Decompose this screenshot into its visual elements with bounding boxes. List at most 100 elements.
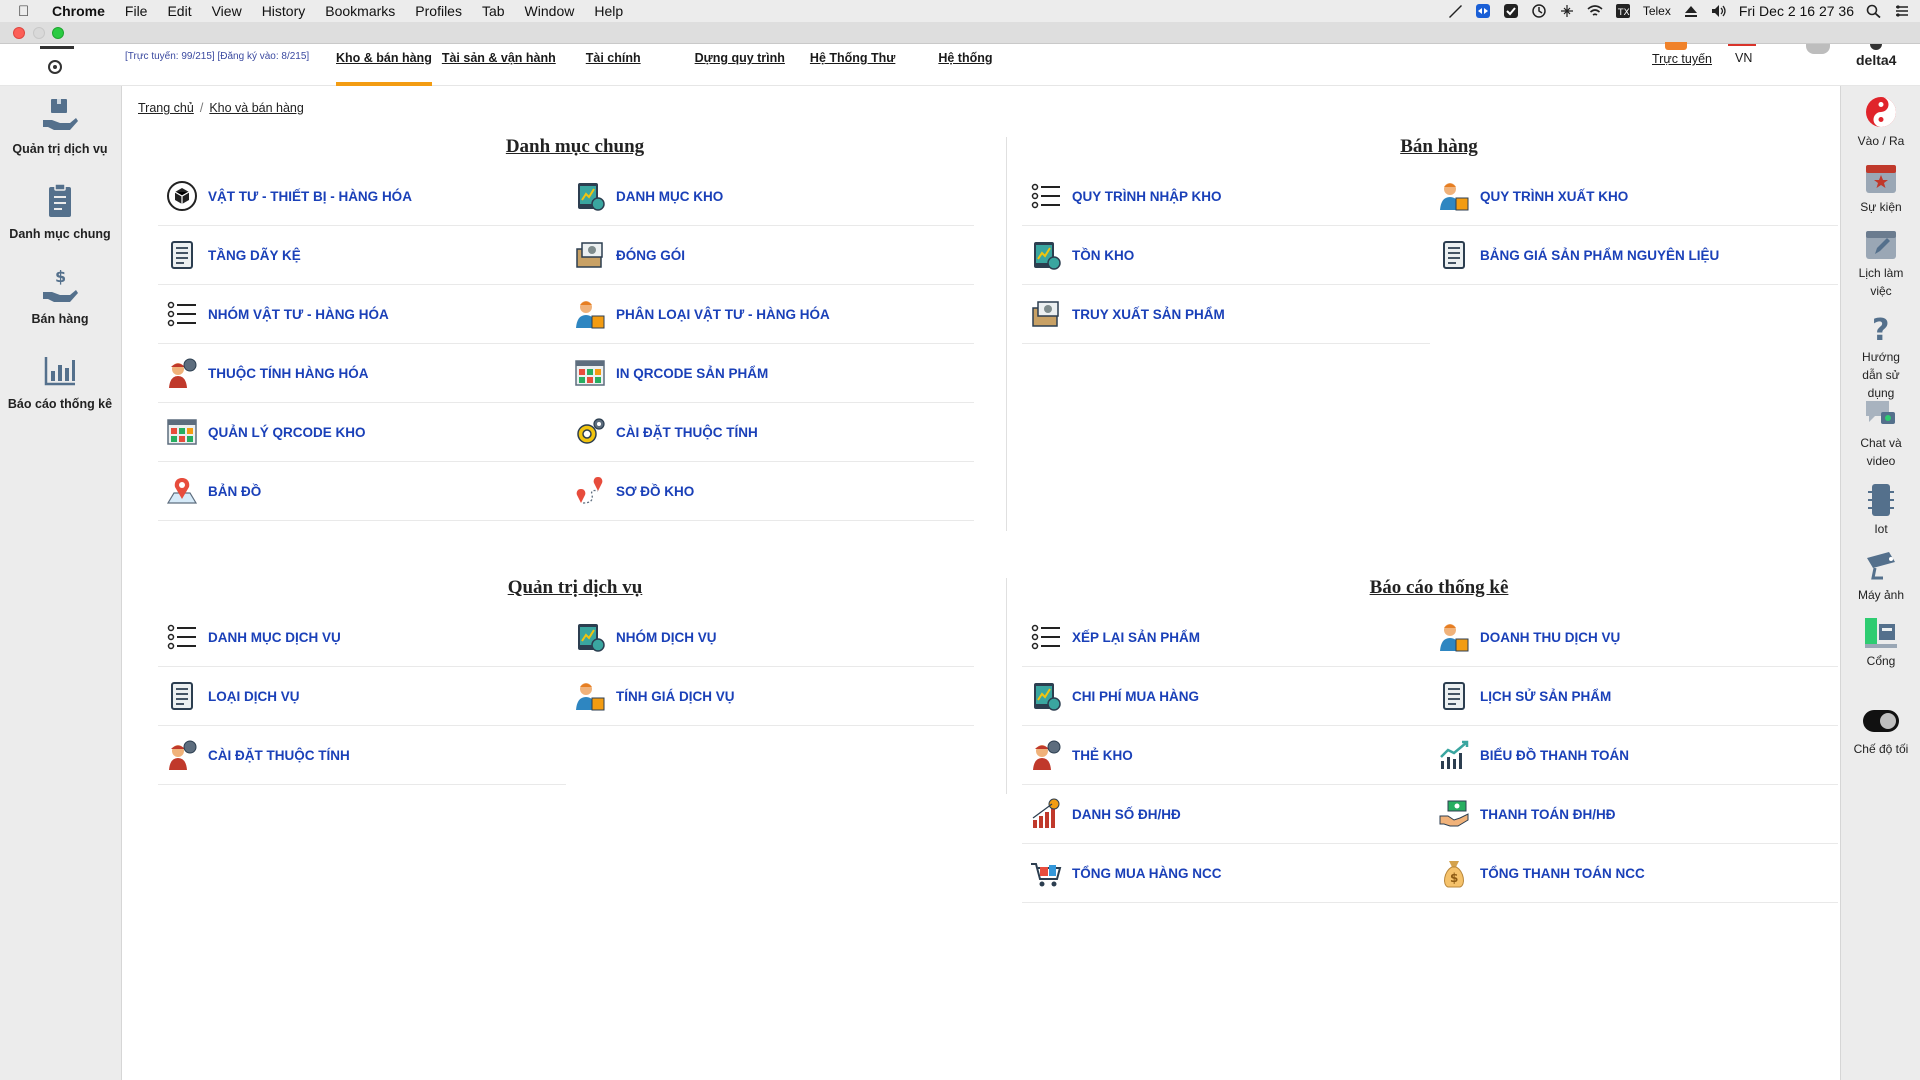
dark-mode-toggle-icon[interactable]: [1863, 702, 1899, 738]
menu-item-in-qrcode[interactable]: IN QRCODE SẢN PHẨM: [566, 344, 974, 403]
menu-item-ton-kho[interactable]: TỒN KHO: [1022, 226, 1430, 285]
list-icon: [167, 301, 196, 327]
menu-tab[interactable]: Tab: [482, 3, 505, 19]
header-menu-bar-icon[interactable]: [40, 46, 74, 49]
pen-icon[interactable]: [1447, 4, 1463, 18]
flag-icon[interactable]: [1728, 44, 1756, 46]
spotlight-search-icon[interactable]: [1866, 4, 1882, 18]
check-shield-icon[interactable]: [1503, 4, 1519, 18]
teamviewer-icon[interactable]: [1475, 4, 1491, 18]
notification-bell-icon[interactable]: [1806, 44, 1830, 54]
os-menubar:  Chrome File Edit View History Bookmark…: [0, 0, 1920, 22]
language-selector[interactable]: VN: [1735, 51, 1752, 65]
tab-he-thong-thu[interactable]: Hệ Thống Thư: [810, 44, 895, 86]
menu-app-name[interactable]: Chrome: [52, 3, 105, 19]
right-item-che-do-toi[interactable]: Chế độ tối: [1841, 702, 1920, 758]
menu-item-ban-do[interactable]: BẢN ĐỒ: [158, 462, 566, 521]
menu-item-phan-loai-vat-tu[interactable]: PHÂN LOẠI VẬT TƯ - HÀNG HÓA: [566, 285, 974, 344]
username[interactable]: delta4: [1856, 52, 1896, 68]
menu-item-tang-day-ke[interactable]: TẦNG DÃY KỆ: [158, 226, 566, 285]
menu-item-danh-muc-kho[interactable]: DANH MỤC KHO: [566, 167, 974, 226]
package-gear-icon: [1032, 301, 1059, 327]
online-link[interactable]: Trực tuyến: [1652, 52, 1712, 66]
menu-help[interactable]: Help: [594, 3, 623, 19]
clock[interactable]: Fri Dec 2 16 27 36: [1739, 3, 1854, 19]
breadcrumb-current[interactable]: Kho và bán hàng: [209, 101, 304, 115]
user-avatar-icon[interactable]: [1870, 44, 1882, 50]
right-item-chat-video[interactable]: Chat và video: [1841, 396, 1920, 470]
right-item-iot[interactable]: Iot: [1841, 482, 1920, 538]
apple-icon[interactable]: : [18, 3, 38, 20]
sidebar-item-danh-muc-chung[interactable]: Danh mục chung: [0, 181, 120, 241]
menu-item-nhom-dich-vu[interactable]: NHÓM DỊCH VỤ: [566, 608, 974, 667]
calendar-event-icon: [1866, 165, 1896, 193]
menu-edit[interactable]: Edit: [167, 3, 191, 19]
eject-icon[interactable]: [1683, 4, 1699, 18]
tab-tai-san-van-hanh[interactable]: Tài sản & vận hành: [442, 44, 556, 86]
menu-item-chi-phi-mua-hang[interactable]: CHI PHÍ MUA HÀNG: [1022, 667, 1430, 726]
tab-kho-ban-hang[interactable]: Kho & bán hàng: [336, 44, 432, 86]
sidebar-item-ban-hang[interactable]: $ Bán hàng: [0, 266, 120, 326]
tab-tai-chinh[interactable]: Tài chính: [586, 44, 641, 86]
sidebar-item-bao-cao-thong-ke[interactable]: Báo cáo thống kê: [0, 351, 120, 411]
sidebar-item-quan-tri-dich-vu[interactable]: Quản trị dịch vụ: [0, 96, 120, 156]
menu-item-lich-su-san-pham[interactable]: LỊCH SỬ SẢN PHẨM: [1430, 667, 1838, 726]
online-icon[interactable]: [1665, 42, 1687, 50]
menu-file[interactable]: File: [125, 3, 148, 19]
menu-item-danh-so-dh-hd[interactable]: DANH SỐ ĐH/HĐ: [1022, 785, 1430, 844]
menu-item-xep-lai-san-pham[interactable]: XẾP LẠI SẢN PHẨM: [1022, 608, 1430, 667]
menu-item-tong-thanh-toan-ncc[interactable]: $ TỔNG THANH TOÁN NCC: [1430, 844, 1838, 903]
input-method-icon[interactable]: TX: [1615, 4, 1631, 18]
menu-item-quy-trinh-nhap-kho[interactable]: QUY TRÌNH NHẬP KHO: [1022, 167, 1430, 226]
volume-icon[interactable]: [1711, 4, 1727, 18]
input-method-label[interactable]: Telex: [1643, 4, 1671, 18]
time-machine-icon[interactable]: [1531, 4, 1547, 18]
menu-item-truy-xuat-san-pham[interactable]: TRUY XUẤT SẢN PHẨM: [1022, 285, 1430, 344]
menu-item-so-do-kho[interactable]: SƠ ĐỒ KHO: [566, 462, 974, 521]
chat-video-icon: [1866, 401, 1895, 424]
menu-item-nhom-vat-tu[interactable]: NHÓM VẬT TƯ - HÀNG HÓA: [158, 285, 566, 344]
handshake-money-icon: [1439, 800, 1469, 827]
menu-item-dong-goi[interactable]: ĐÓNG GÓI: [566, 226, 974, 285]
menu-view[interactable]: View: [212, 3, 242, 19]
right-item-cong[interactable]: Cổng: [1841, 614, 1920, 670]
menu-item-label: TRUY XUẤT SẢN PHẨM: [1072, 306, 1225, 322]
minimize-window-button[interactable]: [33, 27, 45, 39]
menu-item-bang-gia[interactable]: BẢNG GIÁ SẢN PHẨM NGUYÊN LIỆU: [1430, 226, 1838, 285]
wifi-icon[interactable]: [1587, 4, 1603, 18]
fullscreen-window-button[interactable]: [52, 27, 64, 39]
tab-he-thong[interactable]: Hệ thống: [938, 44, 992, 86]
menu-history[interactable]: History: [262, 3, 306, 19]
breadcrumb-home[interactable]: Trang chủ: [138, 101, 194, 115]
menu-item-cai-dat-thuoc-tinh[interactable]: CÀI ĐẶT THUỘC TÍNH: [566, 403, 974, 462]
right-item-huong-dan[interactable]: ? Hướng dẫn sử dụng: [1841, 310, 1920, 402]
menu-item-thanh-toan-dh-hd[interactable]: THANH TOÁN ĐH/HĐ: [1430, 785, 1838, 844]
menu-item-quy-trinh-xuat-kho[interactable]: QUY TRÌNH XUẤT KHO: [1430, 167, 1838, 226]
menu-item-loai-dich-vu[interactable]: LOẠI DỊCH VỤ: [158, 667, 566, 726]
breadcrumb-separator: /: [199, 101, 204, 115]
network-icon[interactable]: [1559, 4, 1575, 18]
menu-window[interactable]: Window: [525, 3, 575, 19]
close-window-button[interactable]: [13, 27, 25, 39]
menu-item-tong-mua-hang-ncc[interactable]: TỔNG MUA HÀNG NCC: [1022, 844, 1430, 903]
right-item-lich-lam-viec[interactable]: Lịch làm việc: [1841, 226, 1920, 300]
menu-item-label: CHI PHÍ MUA HÀNG: [1072, 688, 1199, 704]
menu-item-vat-tu[interactable]: VẬT TƯ - THIẾT BỊ - HÀNG HÓA: [158, 167, 566, 226]
logout-circle-icon[interactable]: [48, 60, 62, 74]
control-center-icon[interactable]: [1894, 4, 1910, 18]
menu-item-quan-ly-qrcode-kho[interactable]: QUẢN LÝ QRCODE KHO: [158, 403, 566, 462]
menu-item-thuoc-tinh-hang-hoa[interactable]: THUỘC TÍNH HÀNG HÓA: [158, 344, 566, 403]
menu-item-bieu-do-thanh-toan[interactable]: BIỂU ĐỒ THANH TOÁN: [1430, 726, 1838, 785]
worker-icon: [1440, 624, 1469, 652]
right-item-su-kien[interactable]: Sự kiện: [1841, 160, 1920, 216]
menu-item-the-kho[interactable]: THẺ KHO: [1022, 726, 1430, 785]
menu-item-cai-dat-thuoc-tinh-dv[interactable]: CÀI ĐẶT THUỘC TÍNH: [158, 726, 566, 785]
tab-dung-quy-trinh[interactable]: Dựng quy trình: [695, 44, 785, 86]
menu-item-doanh-thu-dich-vu[interactable]: DOANH THU DỊCH VỤ: [1430, 608, 1838, 667]
menu-item-tinh-gia-dich-vu[interactable]: TÍNH GIÁ DỊCH VỤ: [566, 667, 974, 726]
menu-item-label: NHÓM DỊCH VỤ: [616, 629, 717, 645]
menu-bookmarks[interactable]: Bookmarks: [325, 3, 395, 19]
menu-profiles[interactable]: Profiles: [415, 3, 462, 19]
help-icon: ?: [1872, 313, 1889, 346]
menu-item-danh-muc-dich-vu[interactable]: DANH MỤC DỊCH VỤ: [158, 608, 566, 667]
